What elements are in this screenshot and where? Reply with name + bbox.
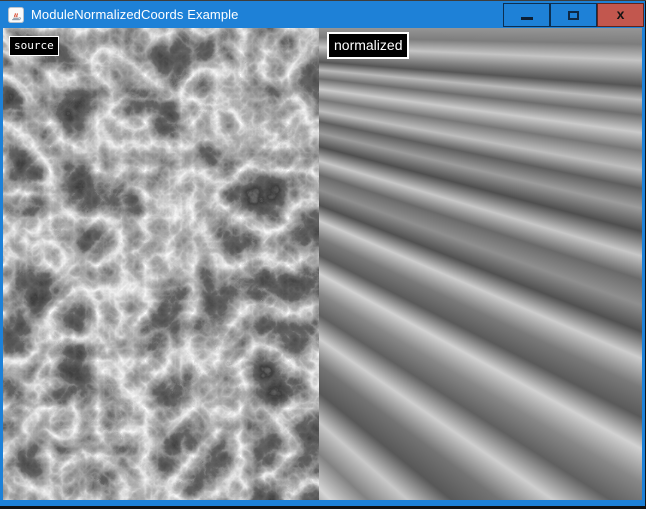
close-icon: x <box>617 7 625 21</box>
source-image-panel: source <box>3 28 319 500</box>
maximize-icon <box>568 11 579 20</box>
title-bar[interactable]: ModuleNormalizedCoords Example x <box>0 1 645 28</box>
java-coffee-cup-icon[interactable] <box>8 7 24 23</box>
screenshot-frame: ModuleNormalizedCoords Example x <box>0 0 646 509</box>
window-title: ModuleNormalizedCoords Example <box>31 7 503 22</box>
minimize-icon <box>521 17 533 20</box>
content-area: source normalized <box>3 28 642 500</box>
app-window: ModuleNormalizedCoords Example x <box>0 1 645 506</box>
close-button[interactable]: x <box>597 3 644 27</box>
maximize-button[interactable] <box>550 3 597 27</box>
source-noise-texture <box>3 28 319 500</box>
source-label: source <box>9 36 59 56</box>
normalized-label: normalized <box>327 32 409 59</box>
normalized-image-panel: normalized <box>319 28 642 500</box>
window-controls: x <box>503 3 644 27</box>
minimize-button[interactable] <box>503 3 550 27</box>
